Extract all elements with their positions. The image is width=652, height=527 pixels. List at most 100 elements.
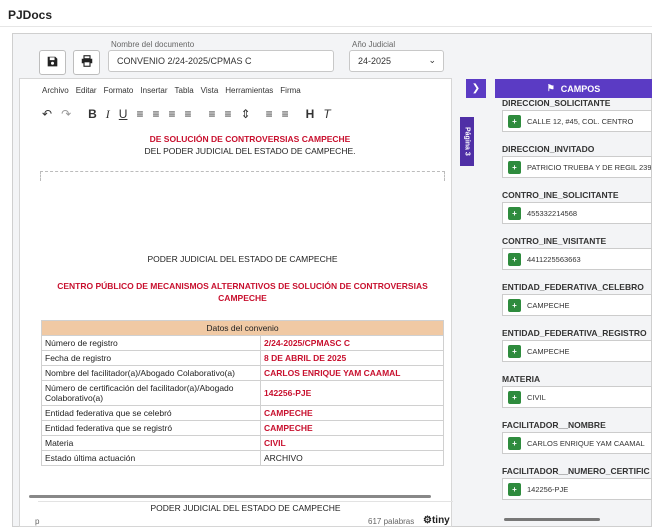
print-icon (81, 54, 93, 72)
year-select[interactable]: 24-2025 ⌄ (349, 50, 444, 72)
row-value: CAMPECHE (260, 420, 444, 436)
year-label: Año Judicial (352, 40, 396, 49)
heading-icon[interactable]: H (306, 107, 315, 121)
menu-archivo[interactable]: Archivo (42, 86, 69, 97)
chevron-right-icon: ❯ (471, 83, 481, 94)
field-value: 4411225563663 (527, 254, 581, 264)
field-value: PATRICIO TRUEBA Y DE REGIL 239 (527, 162, 652, 172)
campos-horizontal-scrollbar[interactable] (496, 517, 646, 522)
add-icon[interactable]: + (508, 482, 521, 496)
row-key: Materia (41, 435, 261, 451)
numbered-list-icon[interactable]: ≡ (282, 107, 289, 121)
print-button[interactable] (73, 50, 100, 75)
doc-line-red: DE SOLUCIÓN DE CONTROVERSIAS CAMPECHE (149, 134, 351, 144)
row-key: Fecha de registro (41, 350, 261, 366)
row-value: CIVIL (260, 435, 444, 451)
list-item: FACILITADOR__NUMERO_CERTIFIC +142256-PJE (494, 464, 652, 500)
field-value-row[interactable]: + CALLE 12, #45, COL. CENTRO (502, 110, 652, 132)
row-value: ARCHIVO (260, 450, 444, 466)
scrollbar-thumb[interactable] (504, 518, 600, 521)
field-title: CONTRO_INE_SOLICITANTE (502, 190, 619, 200)
doc-line-black: DEL PODER JUDICIAL DEL ESTADO DE CAMPECH… (144, 146, 356, 156)
menu-tabla[interactable]: Tabla (175, 86, 194, 97)
list-item: DIRECCION_SOLICITANTE + CALLE 12, #45, CO… (494, 98, 652, 132)
field-value-row[interactable]: + CAMPECHE (502, 294, 652, 316)
collapse-panel-button[interactable]: ❯ (466, 79, 486, 98)
field-value-row[interactable]: +4411225563663 (502, 248, 652, 270)
add-icon[interactable]: + (508, 252, 521, 266)
save-button[interactable] (39, 50, 66, 75)
bullet-list-icon[interactable]: ≡ (266, 107, 273, 121)
field-value: CAMPECHE (527, 300, 570, 310)
app-title: PJDocs (8, 8, 53, 22)
editor-content[interactable]: DE SOLUCIÓN DE CONTROVERSIAS CAMPECHE DE… (20, 124, 451, 524)
add-icon[interactable]: + (508, 390, 521, 404)
redo-icon[interactable]: ↷ (61, 107, 71, 121)
page-tab[interactable]: Página 3 (460, 117, 474, 166)
list-item: DIRECCION_INVITADO + PATRICIO TRUEBA Y DE… (494, 142, 652, 178)
list-item: CONTRO_INE_SOLICITANTE +455332214568 (494, 188, 652, 224)
field-value-row[interactable]: + PATRICIO TRUEBA Y DE REGIL 239 (502, 156, 652, 178)
scrollbar-thumb[interactable] (29, 495, 431, 498)
convenio-table: Datos del convenio Número de registro 2/2… (41, 320, 444, 466)
align-left-icon[interactable]: ≡ (136, 107, 143, 121)
add-icon[interactable]: + (508, 160, 521, 174)
menu-insertar[interactable]: Insertar (140, 86, 167, 97)
field-value-row[interactable]: +142256-PJE (502, 478, 652, 500)
doc-name-input[interactable]: CONVENIO 2/24-2025/CPMAS C (108, 50, 334, 72)
section-heading: PODER JUDICIAL DEL ESTADO DE CAMPECHE (147, 254, 338, 264)
doc-footer-title: PODER JUDICIAL DEL ESTADO DE CAMPECHE (38, 501, 453, 513)
line-height-icon[interactable]: ⇕ (241, 107, 251, 121)
add-icon[interactable]: + (508, 114, 521, 128)
clear-format-icon[interactable]: T (323, 107, 330, 121)
menu-vista[interactable]: Vista (201, 86, 219, 97)
underline-icon[interactable]: U (119, 107, 128, 121)
field-title: FACILITADOR__NUMERO_CERTIFIC (502, 466, 650, 476)
add-icon[interactable]: + (508, 436, 521, 450)
tags-icon: ⚑ (546, 83, 555, 93)
list-item: FACILITADOR__NOMBRE + CARLOS ENRIQUE YAM … (494, 418, 652, 454)
add-icon[interactable]: + (508, 298, 521, 312)
header-divider (0, 26, 652, 27)
year-select-value: 24-2025 (358, 56, 392, 66)
table-row: Número de certificación del facilitador(… (41, 380, 444, 406)
outdent-icon[interactable]: ≡ (209, 107, 216, 121)
menu-formato[interactable]: Formato (104, 86, 134, 97)
table-row: Materia CIVIL (41, 435, 444, 451)
table-header: Datos del convenio (41, 320, 444, 336)
field-value-row[interactable]: + CIVIL (502, 386, 652, 408)
align-center-icon[interactable]: ≡ (152, 107, 159, 121)
bold-icon[interactable]: B (88, 107, 97, 121)
add-icon[interactable]: + (508, 344, 521, 358)
field-value-row[interactable]: + CAMPECHE (502, 340, 652, 362)
field-value: CAMPECHE (527, 346, 570, 356)
editor-horizontal-scrollbar[interactable] (21, 492, 451, 499)
list-item: MATERIA + CIVIL (494, 372, 652, 408)
row-value: CAMPECHE (260, 405, 444, 421)
row-key: Entidad federativa que se registró (41, 420, 261, 436)
row-key: Entidad federativa que se celebró (41, 405, 261, 421)
editor-statusbar: p 617 palabras ⚙tiny (19, 515, 452, 527)
field-value-row[interactable]: + CARLOS ENRIQUE YAM CAAMAL (502, 432, 652, 454)
editor-toolbar: ↶ ↷ B I U ≡ ≡ ≡ ≡ ≡ ≡ ⇕ ≡ ≡ H T (20, 104, 451, 124)
rich-text-editor[interactable]: Archivo Editar Formato Insertar Tabla Vi… (19, 78, 452, 527)
align-right-icon[interactable]: ≡ (169, 107, 176, 121)
row-key: Número de certificación del facilitador(… (41, 380, 261, 406)
align-justify-icon[interactable]: ≡ (185, 107, 192, 121)
menu-firma[interactable]: Firma (280, 86, 300, 97)
field-value-row[interactable]: +455332214568 (502, 202, 652, 224)
campos-header: ⚑ CAMPOS (495, 79, 652, 98)
table-row: Estado última actuación ARCHIVO (41, 450, 444, 466)
field-title: CONTRO_INE_VISITANTE (502, 236, 607, 246)
undo-icon[interactable]: ↶ (42, 107, 52, 121)
campos-title: CAMPOS (560, 83, 601, 94)
row-key: Número de registro (41, 335, 261, 351)
row-value: 2/24-2025/CPMASC C (260, 335, 444, 351)
indent-icon[interactable]: ≡ (225, 107, 232, 121)
add-icon[interactable]: + (508, 206, 521, 220)
editor-menubar: Archivo Editar Formato Insertar Tabla Vi… (20, 79, 451, 97)
italic-icon[interactable]: I (106, 107, 110, 122)
row-value: 142256-PJE (260, 380, 444, 406)
menu-editar[interactable]: Editar (76, 86, 97, 97)
menu-herramientas[interactable]: Herramientas (225, 86, 273, 97)
